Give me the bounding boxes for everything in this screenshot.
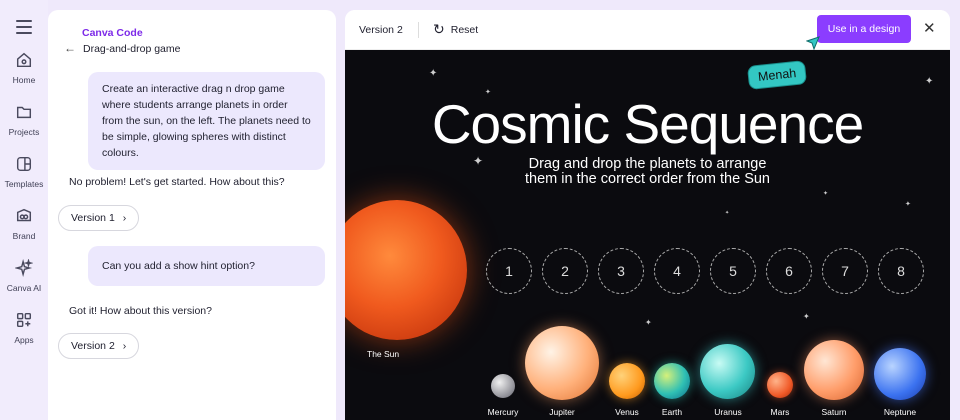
- planet-uranus[interactable]: [700, 344, 755, 399]
- planet-earth[interactable]: [654, 363, 690, 399]
- folder-icon: [14, 102, 34, 122]
- rail-item-apps[interactable]: Apps: [0, 310, 48, 345]
- rail-label-templates: Templates: [4, 179, 44, 189]
- use-in-design-button[interactable]: Use in a design: [817, 15, 911, 43]
- rail-label-home: Home: [12, 75, 36, 85]
- back-arrow-icon[interactable]: ←: [64, 42, 76, 54]
- rail-item-brand[interactable]: Brand: [0, 206, 48, 241]
- reset-label: Reset: [450, 23, 479, 36]
- close-icon[interactable]: ✕: [923, 20, 936, 38]
- chevron-right-icon: ›: [122, 212, 127, 224]
- subtitle-line-1: Drag and drop the planets to arrange: [528, 156, 767, 172]
- sparkle-icon: [14, 258, 34, 278]
- drop-slot[interactable]: 3: [598, 248, 644, 294]
- version-2-label: Version 2: [71, 340, 115, 352]
- planet-venus[interactable]: [609, 363, 645, 399]
- version-1-button[interactable]: Version 1 ›: [58, 205, 140, 231]
- drop-slot[interactable]: 8: [878, 248, 924, 294]
- planet-label-mars: Mars: [770, 407, 790, 417]
- drop-slot[interactable]: 2: [542, 248, 588, 294]
- game-title: Cosmic Sequence: [431, 93, 864, 155]
- reset-button[interactable]: ↻ Reset: [433, 21, 478, 38]
- reset-icon: ↻: [433, 21, 445, 37]
- version-2-button[interactable]: Version 2 ›: [58, 333, 140, 359]
- assistant-message: Got it! How about this version?: [69, 305, 212, 317]
- apps-icon: [14, 310, 34, 330]
- cursor-icon: [806, 36, 820, 50]
- drop-slot[interactable]: 1: [486, 248, 532, 294]
- rail-item-projects[interactable]: Projects: [0, 102, 48, 137]
- planet-label-mercury: Mercury: [487, 407, 519, 417]
- home-icon: [14, 50, 34, 70]
- brand-icon: [14, 206, 34, 226]
- planet-mars[interactable]: [767, 372, 793, 398]
- planet-label-saturn: Saturn: [821, 407, 847, 417]
- rail-label-canva-ai: Canva AI: [6, 283, 42, 293]
- planet-label-neptune: Neptune: [883, 407, 917, 417]
- planet-label-earth: Earth: [661, 407, 683, 417]
- planet-neptune[interactable]: [874, 348, 926, 400]
- drop-slot[interactable]: 6: [766, 248, 812, 294]
- preview-panel: Version 2 ↻ Reset Use in a design ✕ ✦ ✦ …: [345, 10, 950, 420]
- rail-label-brand: Brand: [12, 231, 36, 241]
- rail-item-home[interactable]: Home: [0, 50, 48, 85]
- planet-jupiter[interactable]: [525, 326, 599, 400]
- canva-code-chat-panel: Canva Code ← Drag-and-drop game Create a…: [48, 10, 336, 420]
- assistant-message: No problem! Let's get started. How about…: [69, 176, 285, 188]
- version-indicator[interactable]: Version 2: [359, 24, 403, 36]
- preview-toolbar: Version 2 ↻ Reset Use in a design ✕: [345, 10, 950, 50]
- subtitle-line-2: them in the correct order from the Sun: [525, 171, 770, 187]
- rail-label-projects: Projects: [8, 127, 40, 137]
- rail-item-canva-ai[interactable]: Canva AI: [0, 258, 48, 293]
- planet-mercury[interactable]: [491, 374, 515, 398]
- chevron-right-icon: ›: [122, 340, 127, 352]
- game-stage: ✦ ✦ ✦ ✦ ✦ ✦ ✦ ✦ ✦ ✦ Cosmic Sequence Drag…: [345, 50, 950, 420]
- sun-label: The Sun: [367, 349, 400, 359]
- game-subtitle: Drag and drop the planets to arrange the…: [345, 157, 950, 187]
- drop-slot[interactable]: 7: [822, 248, 868, 294]
- rail-label-apps: Apps: [14, 335, 34, 345]
- planet-label-uranus: Uranus: [714, 407, 742, 417]
- version-1-label: Version 1: [71, 212, 115, 224]
- user-message: Can you add a show hint option?: [88, 246, 325, 286]
- rail-item-templates[interactable]: Templates: [0, 154, 48, 189]
- divider: [418, 22, 419, 38]
- chat-title: Canva Code: [82, 27, 143, 39]
- user-message: Create an interactive drag n drop game w…: [88, 72, 325, 170]
- planet-saturn[interactable]: [804, 340, 864, 400]
- planet-label-jupiter: Jupiter: [549, 407, 575, 417]
- drop-slot[interactable]: 4: [654, 248, 700, 294]
- sun: [345, 200, 467, 340]
- templates-icon: [14, 154, 34, 174]
- left-rail: Home Projects Templates Brand Canva AI A…: [0, 0, 48, 420]
- menu-icon[interactable]: [16, 20, 32, 34]
- chat-subtitle: Drag-and-drop game: [83, 43, 181, 55]
- drop-slot[interactable]: 5: [710, 248, 756, 294]
